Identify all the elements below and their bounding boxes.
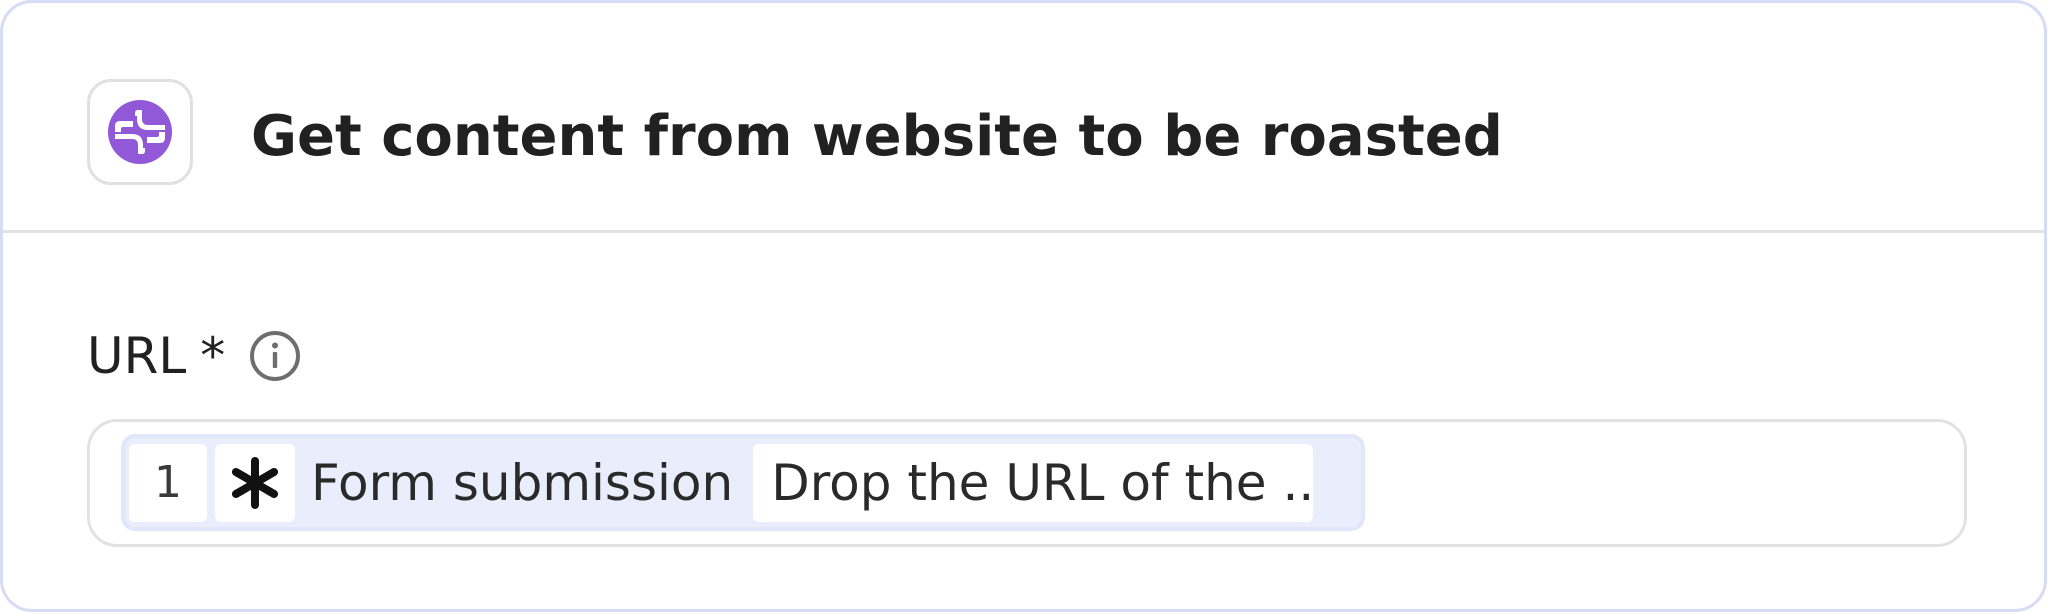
info-circle-icon[interactable] (249, 330, 301, 382)
step-card: Get content from website to be roasted U… (0, 0, 2047, 612)
required-marker: * (200, 327, 226, 385)
app-logo-icon (87, 79, 193, 185)
url-field-label: URL (87, 327, 187, 385)
token-source-label: Form submission (311, 453, 734, 512)
token-value: Drop the URL of the ... (753, 443, 1314, 522)
url-input[interactable]: 1 Form submission Drop the URL of the ..… (87, 419, 1967, 547)
url-field-label-row: URL * (87, 323, 301, 389)
token-step-index: 1 (129, 443, 207, 522)
asterisk-form-icon (215, 443, 295, 522)
purple-connector-logo-icon (108, 100, 172, 164)
step-header: Get content from website to be roasted (3, 3, 2044, 233)
variable-token[interactable]: 1 Form submission Drop the URL of the ..… (121, 434, 1365, 531)
step-title: Get content from website to be roasted (251, 104, 1503, 169)
